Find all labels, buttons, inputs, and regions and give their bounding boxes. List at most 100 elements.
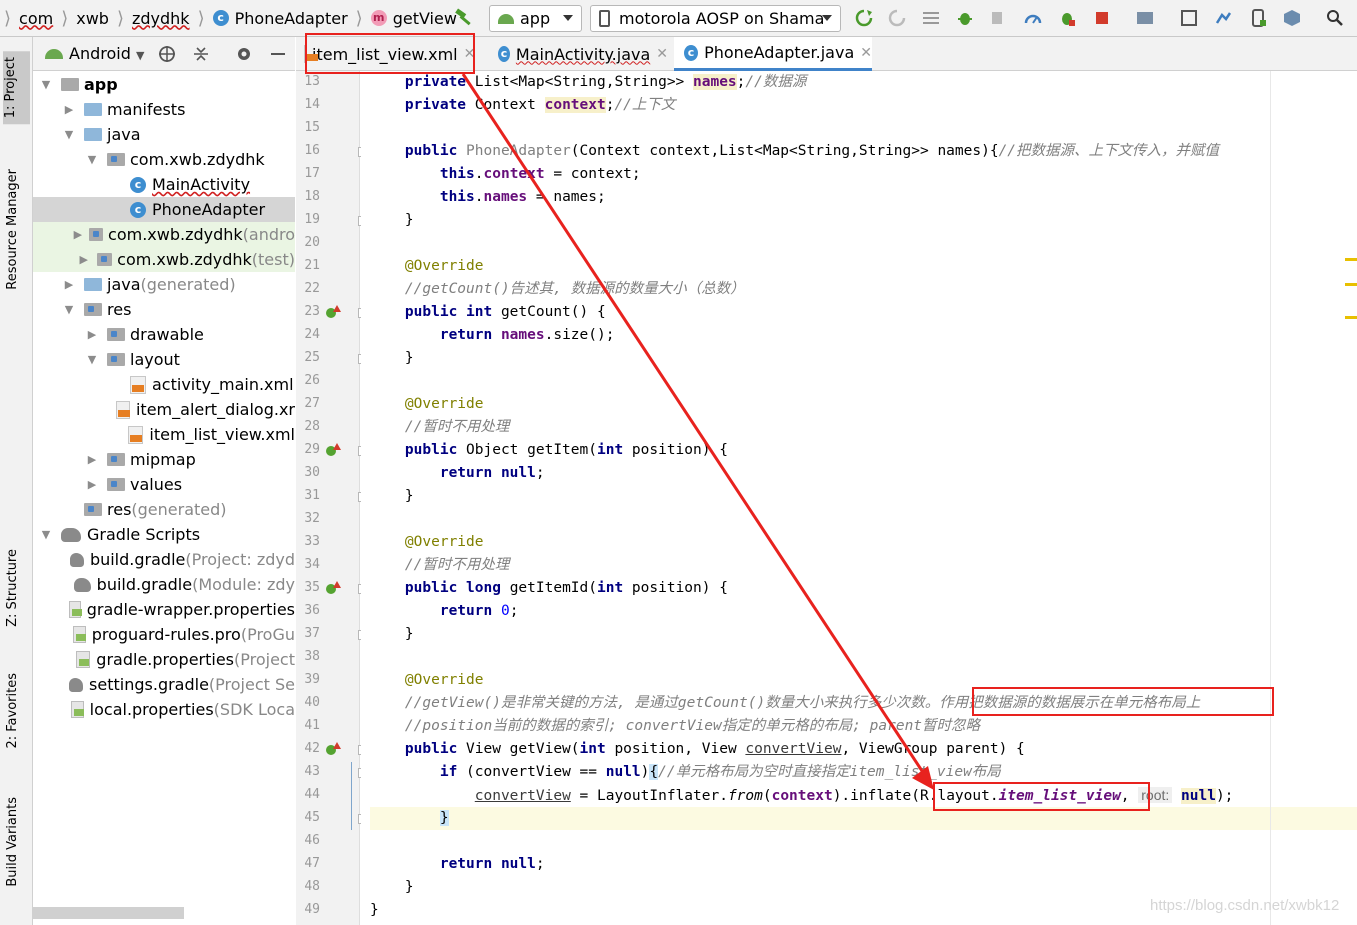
code-line[interactable]: this.context = context; <box>370 163 641 186</box>
tree-node[interactable]: ▶ manifests <box>33 97 295 122</box>
minimize-icon[interactable] <box>269 45 287 63</box>
tree-node[interactable]: build.gradle (Module: zdy <box>33 572 295 597</box>
code-line[interactable]: } <box>370 209 414 232</box>
code-line[interactable]: } <box>370 485 414 508</box>
tree-node[interactable]: build.gradle (Project: zdyd <box>33 547 295 572</box>
horizontal-scrollbar[interactable] <box>33 907 184 919</box>
code-line[interactable]: @Override <box>370 669 484 692</box>
code-line[interactable]: private List<Map<String,String>> names;/… <box>370 71 806 94</box>
close-icon[interactable]: ✕ <box>860 45 872 61</box>
tree-node[interactable]: gradle.properties (Project <box>33 647 295 672</box>
collapse-arrow-icon[interactable]: ▶ <box>85 328 99 341</box>
code-line[interactable]: return null; <box>370 462 545 485</box>
resource-manager-tool-tab[interactable]: Resource Manager <box>5 169 20 290</box>
override-arrow-icon[interactable] <box>333 742 341 749</box>
expand-arrow-icon[interactable]: ▼ <box>62 303 76 316</box>
search-icon[interactable] <box>1326 9 1344 27</box>
project-structure-icon[interactable] <box>1136 9 1154 27</box>
debug-bug-icon[interactable] <box>956 9 974 27</box>
code-line[interactable]: public View getView(int position, View c… <box>370 738 1025 761</box>
apply-changes-icon[interactable] <box>855 9 873 27</box>
project-tool-tab[interactable]: 1: Project <box>3 51 30 125</box>
code-editor[interactable]: private List<Map<String,String>> names; /… <box>361 71 1357 925</box>
code-line[interactable]: @Override <box>370 531 484 554</box>
tree-node[interactable]: proguard-rules.pro (ProGu <box>33 622 295 647</box>
code-line[interactable]: @Override <box>370 255 484 278</box>
collapse-arrow-icon[interactable]: ▶ <box>85 478 99 491</box>
collapse-arrow-icon[interactable]: ▶ <box>62 103 76 116</box>
tree-node[interactable]: ▼ java <box>33 122 295 147</box>
tree-node[interactable]: res (generated) <box>33 497 295 522</box>
close-icon[interactable]: ✕ <box>656 46 668 62</box>
code-line[interactable]: public PhoneAdapter(Context context,List… <box>370 140 1219 163</box>
run-list-icon[interactable] <box>922 9 940 27</box>
code-line[interactable]: } <box>370 623 414 646</box>
tree-node[interactable]: ▶ values <box>33 472 295 497</box>
error-stripe-mark[interactable] <box>1345 258 1357 261</box>
code-line[interactable]: public Object getItem(int position) { <box>370 439 728 462</box>
expand-arrow-icon[interactable]: ▼ <box>85 353 99 366</box>
error-stripe-mark[interactable] <box>1345 316 1357 319</box>
breadcrumb-item[interactable]: PhoneAdapter <box>235 9 348 28</box>
attach-debugger-icon[interactable] <box>1058 9 1076 27</box>
tree-node[interactable]: gradle-wrapper.properties <box>33 597 295 622</box>
collapse-arrow-icon[interactable]: ▶ <box>78 253 90 266</box>
tree-node[interactable]: ▼ Gradle Scripts <box>33 522 295 547</box>
run-config-dropdown[interactable]: app <box>489 5 582 32</box>
tree-node[interactable]: ▼ layout <box>33 347 295 372</box>
code-line[interactable]: this.names = names; <box>370 186 606 209</box>
tree-node[interactable]: item_alert_dialog.xr <box>33 397 295 422</box>
code-line[interactable]: //position当前的数据的索引; convertView指定的单元格的布局… <box>370 715 980 738</box>
expand-arrow-icon[interactable]: ▼ <box>85 153 99 166</box>
tree-node[interactable]: settings.gradle (Project Se <box>33 672 295 697</box>
locate-target-icon[interactable] <box>158 45 176 63</box>
build-variants-tool-tab[interactable]: Build Variants <box>5 797 20 887</box>
tab-phone-adapter-java[interactable]: c PhoneAdapter.java ✕ <box>674 37 872 71</box>
tree-node[interactable]: ▼ com.xwb.zdydhk <box>33 147 295 172</box>
tree-node[interactable]: local.properties (SDK Loca <box>33 697 295 722</box>
collapse-arrow-icon[interactable]: ▶ <box>73 228 84 241</box>
breadcrumb-item[interactable]: getView <box>393 9 457 28</box>
tree-node[interactable]: ▶ com.xwb.zdydhk (andro <box>33 222 295 247</box>
code-line[interactable]: @Override <box>370 393 484 416</box>
tree-node[interactable]: ▶ com.xwb.zdydhk (test) <box>33 247 295 272</box>
error-stripe-mark[interactable] <box>1345 283 1357 286</box>
tree-node[interactable]: ▶ java (generated) <box>33 272 295 297</box>
breadcrumb-item[interactable]: zdydhk <box>132 9 190 28</box>
gear-icon[interactable] <box>235 45 253 63</box>
profiler-gauge-icon[interactable] <box>1024 9 1042 27</box>
sdk-manager-icon[interactable] <box>1283 9 1301 27</box>
collapse-all-icon[interactable] <box>192 45 210 63</box>
build-hammer-icon[interactable] <box>454 8 474 28</box>
apply-code-changes-icon[interactable] <box>888 9 906 27</box>
code-line[interactable]: public long getItemId(int position) { <box>370 577 728 600</box>
coverage-icon[interactable] <box>989 9 1007 27</box>
code-line[interactable]: return null; <box>370 853 545 876</box>
code-line[interactable]: if (convertView == null){//单元格布局为空时直接指定i… <box>370 761 1001 784</box>
collapse-arrow-icon[interactable]: ▶ <box>62 278 76 291</box>
code-line[interactable]: //getCount()告述其, 数据源的数量大小（总数） <box>370 278 745 301</box>
breadcrumb-item[interactable]: xwb <box>76 9 109 28</box>
code-line[interactable]: return names.size(); <box>370 324 615 347</box>
expand-arrow-icon[interactable]: ▼ <box>62 128 76 141</box>
device-manager-icon[interactable] <box>1249 9 1267 27</box>
expand-arrow-icon[interactable]: ▼ <box>39 528 53 541</box>
sync-gradle-icon[interactable] <box>1214 9 1232 27</box>
stop-icon[interactable] <box>1093 9 1111 27</box>
code-line[interactable]: private Context context;//上下文 <box>370 94 675 117</box>
breadcrumb-item[interactable]: com <box>19 9 53 28</box>
code-line[interactable]: //暂时不用处理 <box>370 416 509 439</box>
expand-arrow-icon[interactable]: ▼ <box>39 78 53 91</box>
view-mode-dropdown[interactable]: Android ▼ <box>69 44 144 63</box>
override-arrow-icon[interactable] <box>333 443 341 450</box>
tree-node[interactable]: ▼ res <box>33 297 295 322</box>
device-dropdown[interactable]: motorola AOSP on Shama <box>590 5 841 32</box>
code-line[interactable]: public int getCount() { <box>370 301 606 324</box>
code-line[interactable]: //暂时不用处理 <box>370 554 509 577</box>
tree-node[interactable]: item_list_view.xml <box>33 422 295 447</box>
tab-main-activity-java[interactable]: c MainActivity.java ✕ <box>498 37 668 71</box>
tree-node[interactable]: ▶ mipmap <box>33 447 295 472</box>
favorites-tool-tab[interactable]: 2: Favorites <box>5 673 20 749</box>
override-arrow-icon[interactable] <box>333 305 341 312</box>
structure-tool-tab[interactable]: Z: Structure <box>5 549 20 627</box>
